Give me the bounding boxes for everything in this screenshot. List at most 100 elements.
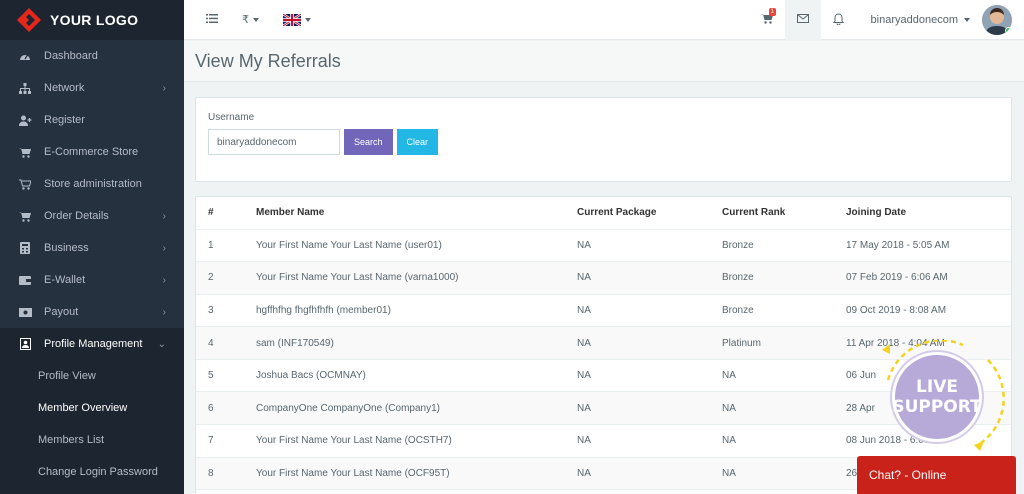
- sidebar-item-store-administration[interactable]: Store administration: [0, 168, 184, 200]
- sidebar-item-label: E-Commerce Store: [44, 146, 139, 158]
- sidebar-item-label: Profile Management: [44, 338, 143, 350]
- cell-current-package: NA: [565, 261, 710, 295]
- sidebar-item-label: E-Wallet: [44, 274, 86, 286]
- live-support-badge: LIVE SUPPORT: [892, 352, 982, 442]
- wallet-icon: [18, 274, 32, 286]
- cell-number: 7: [196, 424, 244, 458]
- sidebar-item-business[interactable]: Business ›: [0, 232, 184, 264]
- table-row: 3 hgffhfhg fhgfhfhfh (member01) NA Bronz…: [196, 294, 1011, 328]
- chevron-down-icon: ⌄: [157, 338, 166, 350]
- table-row: 2 Your First Name Your Last Name (varna1…: [196, 261, 1011, 295]
- messages-button[interactable]: [784, 0, 821, 40]
- cell-member-name: hgffhfhg fhgfhfhfh (member01): [244, 294, 565, 328]
- cell-member-name: Your First Name Your Last Name (OCF95T): [244, 457, 565, 491]
- cell-member-name: sam (INF170549): [244, 326, 565, 360]
- cell-number: 6: [196, 391, 244, 426]
- profile-management-submenu: Profile View Member Overview Members Lis…: [0, 360, 184, 488]
- column-header-current-rank: Current Rank: [710, 197, 834, 230]
- cell-member-name: Joshua Bacs (OCMNAY): [244, 359, 565, 393]
- live-support-widget[interactable]: LIVE SUPPORT: [868, 340, 1008, 455]
- cart-button[interactable]: 1: [749, 0, 785, 40]
- cell-current-rank: Bronze: [710, 229, 834, 263]
- sidebar-item-label: Payout: [44, 306, 79, 318]
- submenu-item-members-list[interactable]: Members List: [0, 424, 184, 456]
- logo[interactable]: YOUR LOGO: [0, 0, 184, 40]
- sidebar-item-dashboard[interactable]: Dashboard: [0, 40, 184, 72]
- table-row: 1 Your First Name Your Last Name (user01…: [196, 229, 1011, 263]
- cell-current-package: NA: [565, 229, 710, 263]
- cell-member-name: Your First Name Your Last Name (OCSTH7): [244, 424, 565, 458]
- username-input[interactable]: [208, 129, 340, 155]
- cell-joining-date: 17 May 2018 - 5:05 AM: [834, 229, 1011, 263]
- cell-member-name: Your First Name Your Last Name (user01): [244, 229, 565, 263]
- sidebar-item-ecommerce-store[interactable]: E-Commerce Store: [0, 136, 184, 168]
- cell-joining-date: 09 Oct 2019 - 8:08 AM: [834, 294, 1011, 328]
- sidebar-item-payout[interactable]: Payout ›: [0, 296, 184, 328]
- submenu-item-profile-view[interactable]: Profile View: [0, 360, 184, 392]
- sidebar-item-label: Dashboard: [44, 50, 98, 62]
- search-button[interactable]: Search: [344, 129, 393, 155]
- language-dropdown[interactable]: [283, 13, 311, 26]
- sidebar-item-order-details[interactable]: Order Details ›: [0, 200, 184, 232]
- table-header-row: # Member Name Current Package Current Ra…: [196, 197, 1011, 230]
- cart-count-badge: 1: [768, 8, 776, 16]
- search-panel: Username Search Clear: [195, 97, 1012, 182]
- currency-dropdown[interactable]: ₹: [242, 13, 259, 26]
- sidebar-toggle-button[interactable]: [206, 13, 218, 26]
- caret-down-icon: [964, 18, 970, 22]
- sidebar-item-label: Network: [44, 82, 85, 94]
- envelope-icon: [796, 14, 809, 26]
- column-header-joining-date: Joining Date: [834, 197, 1011, 230]
- logo-text: YOUR LOGO: [50, 12, 139, 28]
- currency-symbol: ₹: [242, 14, 249, 26]
- cell-number: 1: [196, 229, 244, 263]
- page-title: View My Referrals: [195, 50, 341, 71]
- caret-down-icon: [305, 17, 311, 22]
- cell-current-package: NA: [565, 391, 710, 426]
- calculator-icon: [18, 242, 32, 254]
- sidebar-nav: Dashboard Network › Register E-Commerce …: [0, 40, 184, 360]
- cell-current-package: NA: [565, 326, 710, 360]
- cell-number: 4: [196, 326, 244, 360]
- chevron-right-icon: ›: [162, 242, 166, 254]
- cell-number: 2: [196, 261, 244, 295]
- chevron-right-icon: ›: [162, 82, 166, 94]
- logo-icon: [16, 7, 42, 33]
- username-label: Username: [208, 112, 255, 123]
- clear-button[interactable]: Clear: [396, 129, 439, 155]
- chat-online-button[interactable]: Chat? - Online: [857, 456, 1016, 494]
- cell-number: 3: [196, 294, 244, 328]
- sidebar: YOUR LOGO Dashboard Network › Register E…: [0, 0, 184, 494]
- cell-current-rank: NA: [710, 391, 834, 426]
- user-menu[interactable]: binaryaddonecom: [857, 5, 1024, 35]
- live-support-line1: LIVE: [916, 377, 958, 397]
- sidebar-item-e-wallet[interactable]: E-Wallet ›: [0, 264, 184, 296]
- cell-current-rank: Bronze: [710, 294, 834, 328]
- user-plus-icon: [18, 114, 32, 126]
- cell-current-package: NA: [565, 294, 710, 328]
- cell-current-rank: NA: [710, 424, 834, 458]
- dashboard-icon: [18, 50, 32, 62]
- cell-current-rank: Bronze: [710, 261, 834, 295]
- submenu-item-change-login-password[interactable]: Change Login Password: [0, 456, 184, 488]
- column-header-number: #: [196, 197, 244, 230]
- caret-down-icon: [253, 17, 259, 22]
- cell-number: 8: [196, 457, 244, 491]
- uk-flag-icon: [283, 13, 301, 26]
- sidebar-item-network[interactable]: Network ›: [0, 72, 184, 104]
- money-icon: [18, 306, 32, 318]
- cell-joining-date: 07 Feb 2019 - 6:06 AM: [834, 261, 1011, 295]
- cell-current-rank: NA: [710, 359, 834, 393]
- cell-current-package: NA: [565, 457, 710, 491]
- cell-member-name: Your First Name Your Last Name (varna100…: [244, 261, 565, 295]
- sidebar-item-profile-management[interactable]: Profile Management ⌄: [0, 328, 184, 360]
- cell-current-rank: NA: [710, 457, 834, 491]
- chevron-right-icon: ›: [162, 306, 166, 318]
- sidebar-item-register[interactable]: Register: [0, 104, 184, 136]
- chevron-right-icon: ›: [162, 274, 166, 286]
- topbar: ₹ 1 binaryaddonecom: [184, 0, 1024, 40]
- notifications-button[interactable]: [821, 0, 857, 40]
- menu-icon: [206, 13, 218, 26]
- submenu-item-member-overview[interactable]: Member Overview: [0, 392, 184, 424]
- sidebar-item-label: Order Details: [44, 210, 109, 222]
